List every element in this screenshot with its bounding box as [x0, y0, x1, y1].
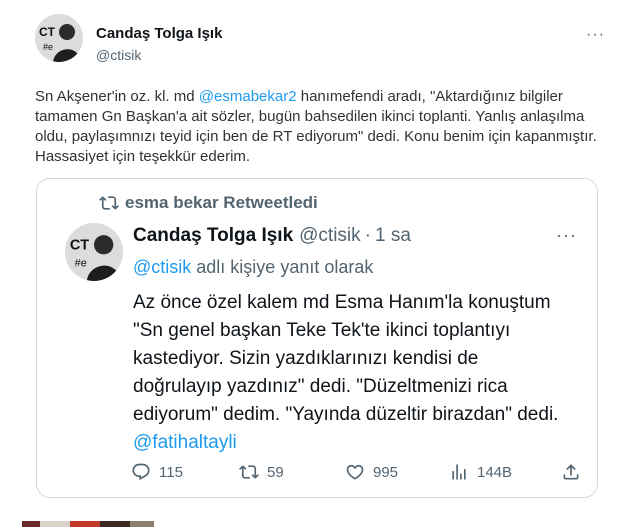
quote-avatar[interactable]: CT #e — [65, 223, 123, 281]
avatar-image: CT #e — [65, 223, 123, 281]
tweet-text-part: Sn Akşener'in oz. kl. md — [35, 88, 199, 105]
reply-count: 115 — [159, 463, 183, 481]
action-bar: 115 59 995 144B — [131, 462, 581, 486]
reply-context-label: adlı kişiye yanıt olarak — [191, 257, 374, 277]
quote-timestamp[interactable]: 1 sa — [375, 225, 411, 247]
svg-text:#e: #e — [75, 258, 87, 270]
author-block: Candaş Tolga Işık @ctisik — [96, 25, 222, 63]
svg-text:CT: CT — [70, 238, 89, 254]
mention-link[interactable]: @esmabekar2 — [199, 88, 297, 105]
quote-author-name[interactable]: Candaş Tolga Işık — [133, 225, 293, 247]
avatar[interactable]: CT #e — [35, 14, 83, 62]
avatar-image: CT #e — [35, 14, 83, 62]
retweeted-by: esma bekar Retweetledi — [99, 193, 318, 213]
author-name[interactable]: Candaş Tolga Işık — [96, 25, 222, 42]
quoted-tweet-card[interactable]: esma bekar Retweetledi CT #e Candaş Tolg… — [36, 178, 598, 498]
quote-body-text: Az önce özel kalem md Esma Hanım'la konu… — [133, 289, 563, 457]
strip-segment — [40, 521, 70, 527]
reply-mention-link[interactable]: @ctisik — [133, 257, 191, 277]
tweet-header: CT #e Candaş Tolga Işık @ctisik ··· — [35, 14, 605, 74]
strip-segment — [130, 521, 154, 527]
mention-link[interactable]: @fatihaltayli — [133, 432, 237, 453]
more-icon[interactable]: ··· — [556, 225, 577, 246]
share-button[interactable] — [561, 462, 589, 482]
tweet-text: Sn Akşener'in oz. kl. md @esmabekar2 han… — [35, 87, 615, 167]
strip-segment — [100, 521, 130, 527]
more-icon[interactable]: ··· — [586, 26, 605, 44]
bottom-image-strip — [22, 521, 182, 527]
retweet-count: 59 — [267, 463, 284, 481]
svg-text:CT: CT — [39, 25, 56, 39]
separator-dot: · — [364, 225, 371, 246]
retweet-icon — [239, 465, 259, 479]
svg-text:#e: #e — [43, 42, 53, 52]
quote-author-handle[interactable]: @ctisik — [299, 225, 361, 247]
heart-icon — [346, 464, 364, 480]
retweet-icon — [99, 193, 119, 213]
author-handle[interactable]: @ctisik — [96, 47, 222, 63]
like-button[interactable]: 995 — [345, 462, 398, 482]
views-button[interactable]: 144B — [449, 462, 512, 482]
quote-header: Candaş Tolga Işık @ctisik · 1 sa — [133, 225, 411, 247]
reply-button[interactable]: 115 — [131, 462, 183, 482]
views-icon — [452, 464, 466, 480]
strip-segment — [22, 521, 40, 527]
like-count: 995 — [373, 463, 399, 481]
reply-icon — [132, 463, 150, 481]
strip-segment — [70, 521, 100, 527]
retweet-button[interactable]: 59 — [239, 462, 284, 482]
share-icon — [563, 464, 579, 480]
views-count: 144B — [477, 463, 513, 481]
reply-context: @ctisik adlı kişiye yanıt olarak — [133, 257, 373, 278]
retweeted-by-label[interactable]: esma bekar Retweetledi — [125, 193, 318, 213]
quote-body-part: Az önce özel kalem md Esma Hanım'la konu… — [133, 292, 559, 425]
